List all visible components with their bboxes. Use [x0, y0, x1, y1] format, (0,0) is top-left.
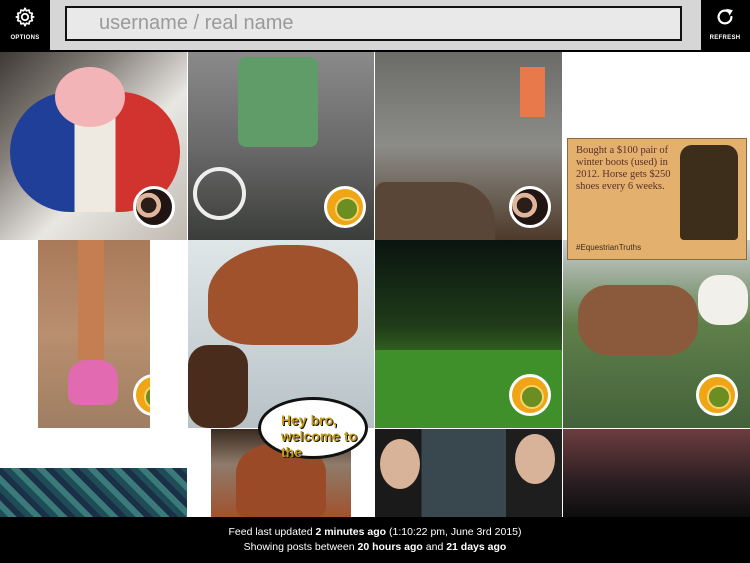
cloth-image [375, 182, 495, 240]
gear-icon [15, 7, 35, 27]
horse-silhouette-image [680, 145, 738, 240]
speech-bubble-text: Hey bro, welcome to the [281, 412, 358, 460]
feed-range-start: 20 hours ago [357, 541, 423, 553]
feed-updated-timestamp: (1:10:22 pm, June 3rd 2015) [386, 526, 522, 538]
user-avatar-badge [509, 186, 551, 228]
toy-image [55, 67, 125, 127]
horse-leg-image [78, 240, 104, 360]
bike-wheel-image [193, 167, 246, 220]
quote-card-text: Bought a $100 pair of winter boots (used… [576, 145, 671, 192]
photo-tile[interactable] [188, 240, 374, 428]
feed-updated-line: Feed last updated 2 minutes ago (1:10:22… [0, 525, 750, 540]
quote-card-hashtag: #EquestrianTruths [576, 243, 642, 252]
logo-badge [133, 374, 150, 416]
cyclist-image [238, 57, 318, 147]
logo-badge [509, 374, 551, 416]
pink-boot-image [68, 360, 118, 405]
photo-tile[interactable] [563, 429, 750, 517]
refresh-label: REFRESH [709, 35, 741, 41]
options-label: OPTIONS [10, 35, 40, 41]
feed-range-and: and [422, 541, 447, 553]
horse-head-image [208, 245, 358, 345]
photo-tile[interactable] [375, 52, 562, 240]
logo-badge [324, 186, 366, 228]
quote-card[interactable]: Bought a $100 pair of winter boots (used… [567, 138, 747, 260]
options-button[interactable]: OPTIONS [0, 0, 50, 50]
feed-range-line: Showing posts between 20 hours ago and 2… [0, 540, 750, 555]
horse-white-patch-image [698, 275, 748, 325]
speech-bubble: Hey bro, welcome to the [258, 397, 368, 460]
photo-grid: Bought a $100 pair of winter boots (used… [0, 52, 750, 517]
feed-range-end: 21 days ago [446, 541, 507, 553]
friends-photo-image [515, 434, 555, 484]
refresh-icon [717, 8, 733, 25]
photo-tile[interactable] [375, 240, 562, 428]
friends-photo-image [380, 439, 420, 489]
logo-badge [696, 374, 738, 416]
user-avatar-badge [133, 186, 175, 228]
photo-tile[interactable] [0, 468, 187, 517]
top-bar: OPTIONS @ REFRESH [0, 0, 750, 50]
photo-tile[interactable] [188, 52, 374, 240]
feed-status-footer: Feed last updated 2 minutes ago (1:10:22… [0, 517, 750, 563]
feed-range-prefix: Showing posts between [243, 541, 358, 553]
feed-updated-relative: 2 minutes ago [315, 526, 387, 538]
search-input[interactable] [65, 6, 682, 41]
cone-image [520, 67, 545, 117]
photo-tile[interactable] [563, 240, 750, 428]
horse-image [578, 285, 698, 355]
refresh-button[interactable]: REFRESH [700, 0, 750, 50]
feed-updated-prefix: Feed last updated [228, 526, 316, 538]
photo-tile[interactable] [38, 240, 150, 428]
search-bar: @ [50, 0, 701, 50]
photo-tile[interactable] [375, 429, 562, 517]
photo-tile[interactable] [0, 52, 187, 240]
horse-image [188, 345, 248, 428]
